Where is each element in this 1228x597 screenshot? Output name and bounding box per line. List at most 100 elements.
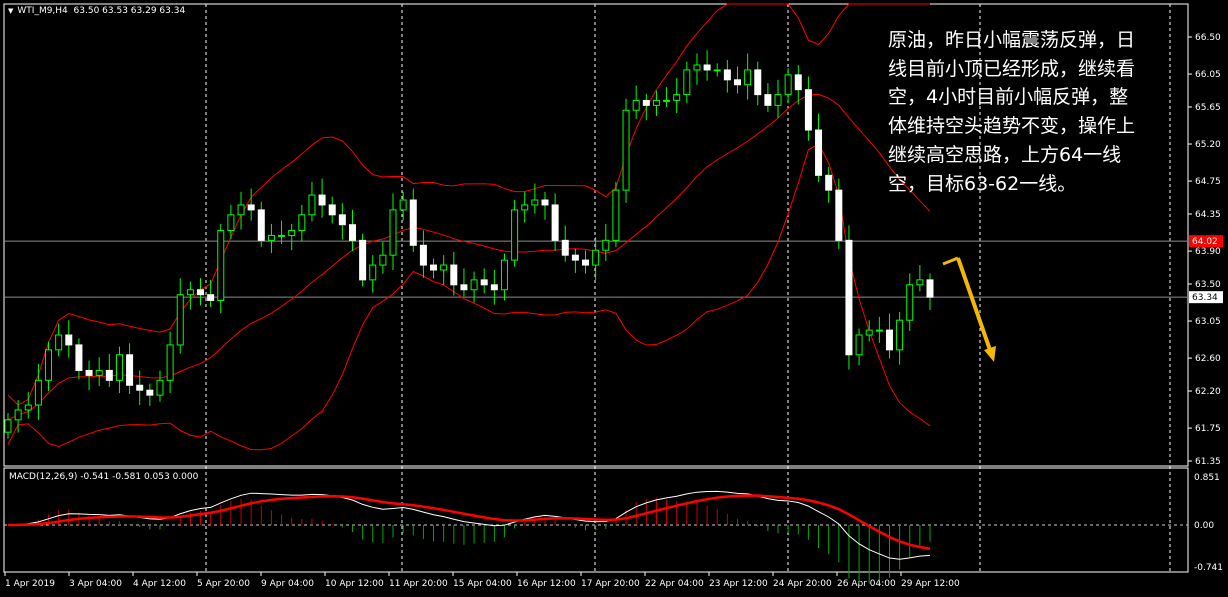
candle-bull <box>166 344 174 381</box>
x-tick-label: 3 Apr 04:00 <box>69 579 122 589</box>
candle-bear <box>247 204 255 211</box>
candle-bull <box>602 239 610 251</box>
x-tick-label: 16 Apr 12:00 <box>517 579 576 589</box>
y-tick-label: 62.20 <box>1195 387 1221 397</box>
candle-bull <box>592 249 600 266</box>
candle-bull <box>511 209 519 261</box>
x-tick-label: 29 Apr 12:00 <box>901 579 960 589</box>
candle-bear <box>703 64 711 71</box>
candle-bull <box>399 199 407 211</box>
candle-bear <box>804 89 812 131</box>
candle-bear <box>126 354 134 386</box>
candle-bull <box>683 69 691 96</box>
candle-bull <box>774 94 782 106</box>
candle-bull <box>521 204 529 211</box>
candle-bear <box>764 94 772 106</box>
candle-bull <box>95 369 103 376</box>
candle-bull <box>744 69 752 86</box>
x-tick-label: 22 Apr 04:00 <box>645 579 704 589</box>
x-tick-label: 4 Apr 12:00 <box>133 579 186 589</box>
candle-bull <box>288 229 296 236</box>
candle-bear <box>541 199 549 206</box>
candle-bull <box>531 199 539 206</box>
candle-bear <box>642 99 650 106</box>
x-tick-label: 11 Apr 20:00 <box>389 579 448 589</box>
y-tick-label: 66.05 <box>1195 70 1221 80</box>
ohlc-values: 63.50 63.53 63.29 63.34 <box>73 6 186 16</box>
candle-bull <box>500 259 508 291</box>
macd-y-tick-label: -0.741 <box>1194 563 1223 573</box>
arrow-head-icon <box>984 346 996 362</box>
candle-bull <box>663 99 671 102</box>
candle-bear <box>723 69 731 81</box>
candle-bear <box>257 209 265 241</box>
macd-y-tick-label: 0.00 <box>1194 521 1214 531</box>
symbol-label: WTI_M9,H4 <box>17 6 68 16</box>
candle-bull <box>227 214 235 231</box>
price-tag-label: 64.02 <box>1192 237 1218 247</box>
candle-bull <box>156 379 164 396</box>
candle-bull <box>389 209 397 256</box>
candle-bear <box>85 369 93 376</box>
candle-bear <box>794 74 802 91</box>
y-tick-label: 61.35 <box>1195 457 1221 467</box>
candle-bear <box>359 239 367 281</box>
arrow-up-segment <box>942 256 959 266</box>
x-tick-label: 1 Apr 2019 <box>5 579 55 589</box>
analysis-annotation: 原油，昨日小幅震荡反弹，日 线目前小顶已经形成，继续看 空，4小时目前小幅反弹，… <box>888 29 1136 195</box>
candle-bull <box>45 349 53 381</box>
candle-bear <box>348 224 356 241</box>
candle-bear <box>207 294 215 301</box>
arrow-down-segment <box>956 257 992 351</box>
candle-bear <box>105 369 113 381</box>
y-tick-label: 61.75 <box>1195 424 1221 434</box>
candle-bull <box>916 279 924 286</box>
y-tick-label: 65.20 <box>1195 140 1221 150</box>
candle-bull <box>237 204 245 216</box>
candle-bear <box>733 79 741 86</box>
candle-bull <box>379 254 387 266</box>
candle-bull <box>115 354 123 381</box>
candle-bull <box>278 234 286 237</box>
macd-y-tick-label: 0.851 <box>1194 473 1220 483</box>
candle-bull <box>217 229 225 301</box>
candle-bull <box>906 284 914 321</box>
candle-bear <box>146 389 154 396</box>
candle-bull <box>896 319 904 351</box>
y-tick-label: 63.50 <box>1195 280 1221 290</box>
candle-bull <box>176 294 184 346</box>
price-tag-label: 63.34 <box>1192 293 1218 303</box>
candle-bear <box>328 204 336 216</box>
candle-bear <box>136 384 144 391</box>
candle-bull <box>308 194 316 216</box>
candle-bull <box>865 329 873 336</box>
candle-bull <box>784 74 792 96</box>
candle-bear <box>582 259 590 266</box>
candle-bull <box>622 109 630 191</box>
bollinger-middle <box>7 93 931 421</box>
candle-bear <box>815 129 823 176</box>
candle-bear <box>551 204 559 241</box>
candle-bear <box>419 244 427 266</box>
candle-bear <box>450 264 458 286</box>
candle-bull <box>652 99 660 106</box>
candle-bull <box>470 279 478 291</box>
candle-bear <box>430 264 438 271</box>
y-tick-label: 66.50 <box>1195 33 1221 43</box>
candle-bear <box>65 334 73 346</box>
candle-bull <box>612 189 620 241</box>
candle-bull <box>34 379 42 406</box>
candle-bear <box>338 214 346 226</box>
candle-bull <box>55 334 63 351</box>
candle-bear <box>835 189 843 241</box>
candle-bear <box>571 254 579 261</box>
x-tick-label: 23 Apr 12:00 <box>709 579 768 589</box>
candle-bull <box>875 329 883 332</box>
candle-bear <box>885 329 893 351</box>
dropdown-triangle-icon[interactable]: ▼ <box>8 7 13 15</box>
candle-bull <box>855 334 863 356</box>
y-tick-label: 65.65 <box>1195 103 1221 113</box>
y-tick-label: 64.35 <box>1195 210 1221 220</box>
candle-bull <box>267 234 275 241</box>
x-tick-label: 15 Apr 04:00 <box>453 579 512 589</box>
